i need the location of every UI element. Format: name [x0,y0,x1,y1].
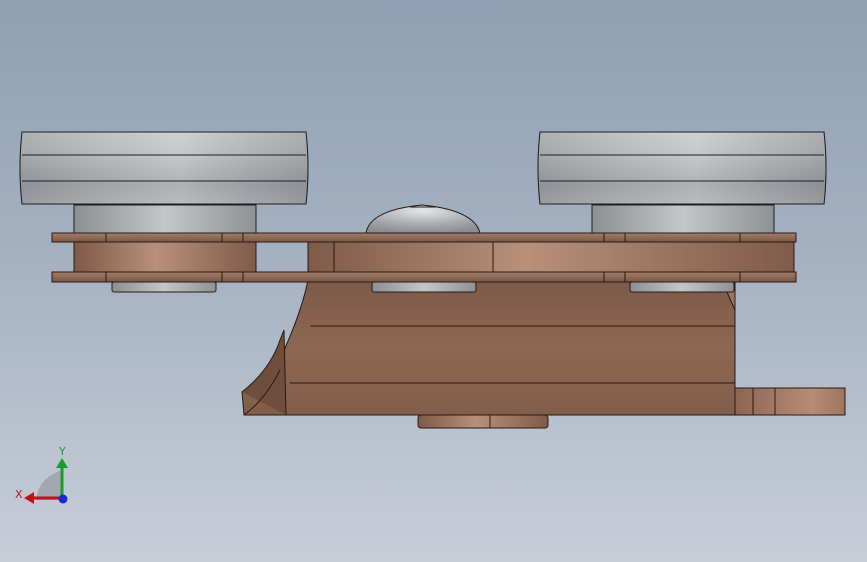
lower-plate[interactable] [51,271,797,283]
upper-plate[interactable] [51,232,797,243]
graphics-viewport[interactable]: Y X [0,0,867,562]
y-axis-arrowhead [56,458,68,468]
right-roller-wheel[interactable] [537,131,827,234]
y-axis-label: Y [58,445,66,458]
triad-plane-shading [36,470,62,500]
x-axis-label: X [15,488,23,501]
bottom-boss[interactable] [417,414,549,429]
cad-model-view[interactable]: Y X [0,0,867,562]
spacer-blocks[interactable] [73,241,795,273]
view-orientation-triad: Y X [15,445,68,504]
center-dome-bolt[interactable] [365,204,481,234]
mounting-tab[interactable] [734,387,846,416]
z-axis-dot [58,494,68,504]
bottom-nuts[interactable] [111,281,735,293]
left-roller-wheel[interactable] [19,131,309,234]
x-axis-arrowhead [24,492,34,504]
bracket-body[interactable] [241,279,736,416]
